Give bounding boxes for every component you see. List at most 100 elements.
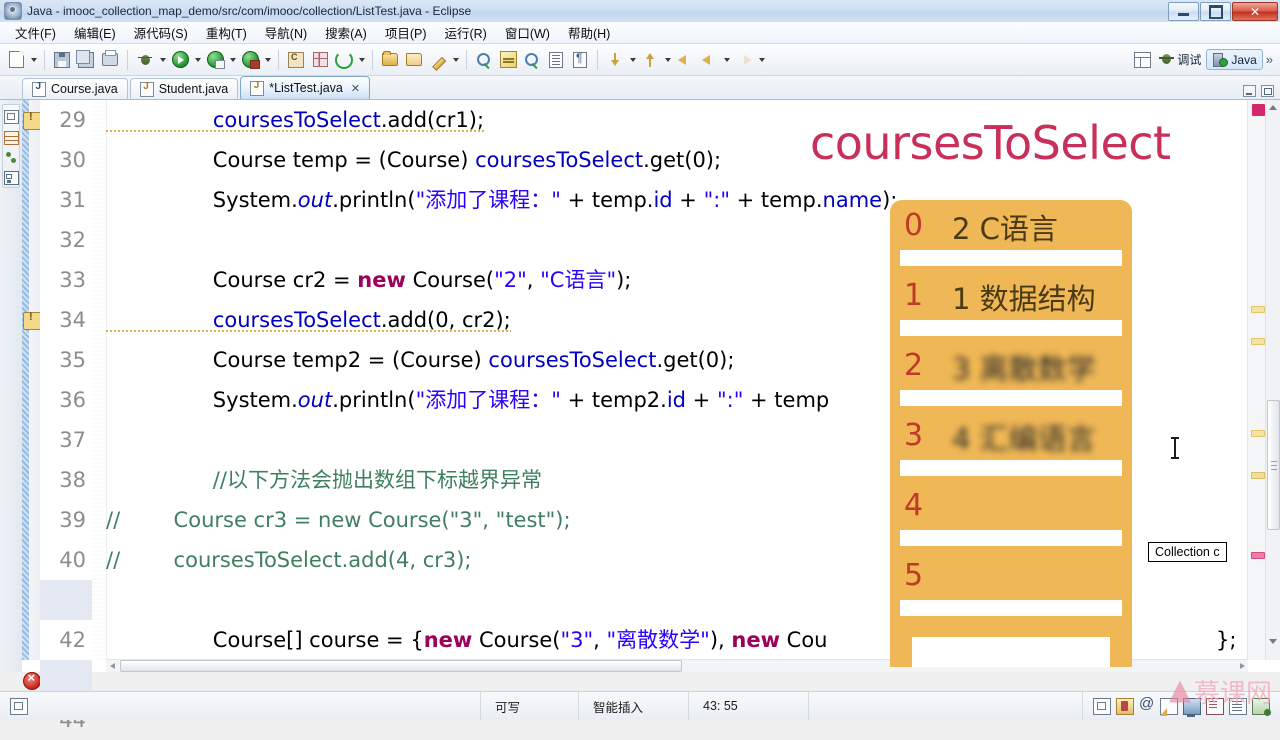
overview-ruler[interactable]	[1247, 100, 1266, 660]
step-up-dropdown-arrow-icon[interactable]	[662, 49, 673, 71]
print-button[interactable]	[99, 49, 121, 71]
ruler-warning-mark[interactable]	[1251, 472, 1265, 479]
menu-item-8[interactable]: 运行(R)	[435, 21, 495, 44]
step-down-dropdown-arrow-icon[interactable]	[627, 49, 638, 71]
ruler-warning-mark[interactable]	[1251, 338, 1265, 345]
horizontal-scroll-thumb[interactable]	[120, 660, 682, 672]
open-task-button[interactable]	[403, 49, 425, 71]
scroll-up-arrow-icon[interactable]	[1266, 100, 1280, 114]
back-dropdown-arrow-icon[interactable]	[721, 49, 732, 71]
menu-item-7[interactable]: 项目(P)	[376, 21, 436, 44]
show-whitespace-button[interactable]	[545, 49, 567, 71]
back-button[interactable]	[674, 49, 696, 71]
vertical-scroll-thumb[interactable]	[1267, 400, 1280, 530]
menu-item-2[interactable]: 编辑(E)	[65, 21, 125, 44]
step-up-button[interactable]	[639, 49, 661, 71]
list-slot-index: 2	[904, 348, 924, 383]
menu-item-6[interactable]: 搜索(A)	[316, 21, 376, 44]
show-paragraph-button[interactable]	[569, 49, 591, 71]
code-line-text: Course cr2 = new Course("2", "C语言");	[106, 268, 632, 292]
status-document-icon[interactable]	[1206, 697, 1224, 715]
editor-tab-strip: Course.java Student.java *ListTest.java ✕	[0, 76, 1280, 100]
code-line-text: coursesToSelect.add(cr1);	[106, 108, 485, 132]
scroll-left-arrow-icon[interactable]	[106, 660, 118, 672]
minimize-button[interactable]	[1168, 2, 1199, 21]
next-annotation-button[interactable]	[521, 49, 543, 71]
warning-marker-icon[interactable]	[23, 111, 41, 130]
previous-button[interactable]	[698, 49, 720, 71]
error-marker-icon[interactable]	[23, 670, 41, 690]
outline-view-icon[interactable]	[3, 131, 19, 145]
folding-gutter[interactable]	[92, 100, 107, 660]
menu-item-4[interactable]: 重构(T)	[197, 21, 256, 44]
menu-item-5[interactable]: 导航(N)	[256, 21, 316, 44]
refresh-dropdown-arrow-icon[interactable]	[356, 49, 367, 71]
ruler-warning-mark[interactable]	[1251, 306, 1265, 313]
status-restore-icon[interactable]	[1093, 697, 1111, 715]
status-monitor-icon[interactable]	[1183, 697, 1201, 717]
new-dropdown-arrow-icon[interactable]	[28, 49, 39, 71]
open-type-button[interactable]	[379, 49, 401, 71]
ruler-error-mark[interactable]	[1251, 552, 1265, 559]
status-server-icon[interactable]	[1252, 697, 1271, 716]
code-token: Course temp2 = (Course)	[106, 348, 489, 372]
new-button[interactable]	[5, 49, 27, 71]
external-tools-dropdown-arrow-icon[interactable]	[262, 49, 273, 71]
editor-tab-2[interactable]: Student.java	[129, 78, 239, 99]
run-dropdown-arrow-icon[interactable]	[192, 49, 203, 71]
restore-view-icon[interactable]	[3, 110, 19, 124]
annotation-dropdown-arrow-icon[interactable]	[450, 49, 461, 71]
editor-tab-3[interactable]: *ListTest.java ✕	[240, 76, 371, 99]
hierarchy-view-icon[interactable]	[5, 152, 18, 164]
close-button[interactable]: ✕	[1232, 2, 1278, 21]
warning-marker-icon[interactable]	[23, 311, 41, 330]
editor-tab-1[interactable]: Course.java	[22, 78, 128, 99]
menu-item-3[interactable]: 源代码(S)	[125, 21, 197, 44]
status-cursor-pointer-icon[interactable]	[1160, 697, 1178, 716]
step-down-button[interactable]	[604, 49, 626, 71]
external-tools-button[interactable]	[239, 49, 261, 71]
editor-tab-label: Student.java	[158, 82, 229, 96]
coverage-button[interactable]	[204, 49, 226, 71]
open-perspective-button[interactable]	[1131, 49, 1153, 71]
editor-minimize-icon[interactable]	[1243, 85, 1256, 97]
ruler-warning-mark[interactable]	[1251, 430, 1265, 437]
code-token: coursesToSelect	[212, 108, 381, 132]
menu-item-10[interactable]: 帮助(H)	[559, 21, 619, 44]
forward-dropdown-arrow-icon[interactable]	[756, 49, 767, 71]
new-package-button[interactable]	[309, 49, 331, 71]
save-all-button[interactable]	[75, 49, 97, 71]
toolbar-overflow-icon[interactable]: »	[1263, 52, 1276, 67]
menu-item-1[interactable]: 文件(F)	[6, 21, 65, 44]
list-visualization-foot	[890, 621, 1132, 667]
refresh-button[interactable]	[333, 49, 355, 71]
maximize-button[interactable]	[1200, 2, 1231, 21]
run-button[interactable]	[169, 49, 191, 71]
status-list-icon[interactable]	[1229, 697, 1247, 715]
perspective-debug[interactable]: 调试	[1154, 49, 1206, 70]
search-button[interactable]	[473, 49, 495, 71]
scroll-right-arrow-icon[interactable]	[1236, 660, 1248, 672]
forward-button[interactable]	[733, 49, 755, 71]
ruler-error-mark[interactable]	[1252, 104, 1265, 116]
debug-button[interactable]	[134, 49, 156, 71]
package-explorer-icon[interactable]	[3, 171, 19, 185]
tab-close-icon[interactable]: ✕	[351, 82, 360, 95]
status-at-icon[interactable]	[1139, 695, 1155, 714]
new-java-class-button[interactable]	[285, 49, 307, 71]
perspective-java[interactable]: Java	[1206, 49, 1263, 70]
code-token: new	[731, 628, 780, 652]
scroll-down-arrow-icon[interactable]	[1266, 634, 1280, 648]
save-button[interactable]	[51, 49, 73, 71]
coverage-dropdown-arrow-icon[interactable]	[227, 49, 238, 71]
menu-item-9[interactable]: 窗口(W)	[496, 21, 559, 44]
editor-maximize-icon[interactable]	[1261, 85, 1274, 97]
marker-gutter[interactable]	[22, 100, 41, 690]
debug-dropdown-arrow-icon[interactable]	[157, 49, 168, 71]
annotation-button[interactable]	[427, 49, 449, 71]
perspective-switcher: 调试 Java »	[1130, 49, 1280, 71]
code-token: .get(0);	[643, 148, 722, 172]
toggle-mark-occurrences-button[interactable]	[497, 49, 519, 71]
status-bookmark-icon[interactable]	[1116, 697, 1134, 715]
editor-vertical-scrollbar[interactable]	[1265, 100, 1280, 660]
